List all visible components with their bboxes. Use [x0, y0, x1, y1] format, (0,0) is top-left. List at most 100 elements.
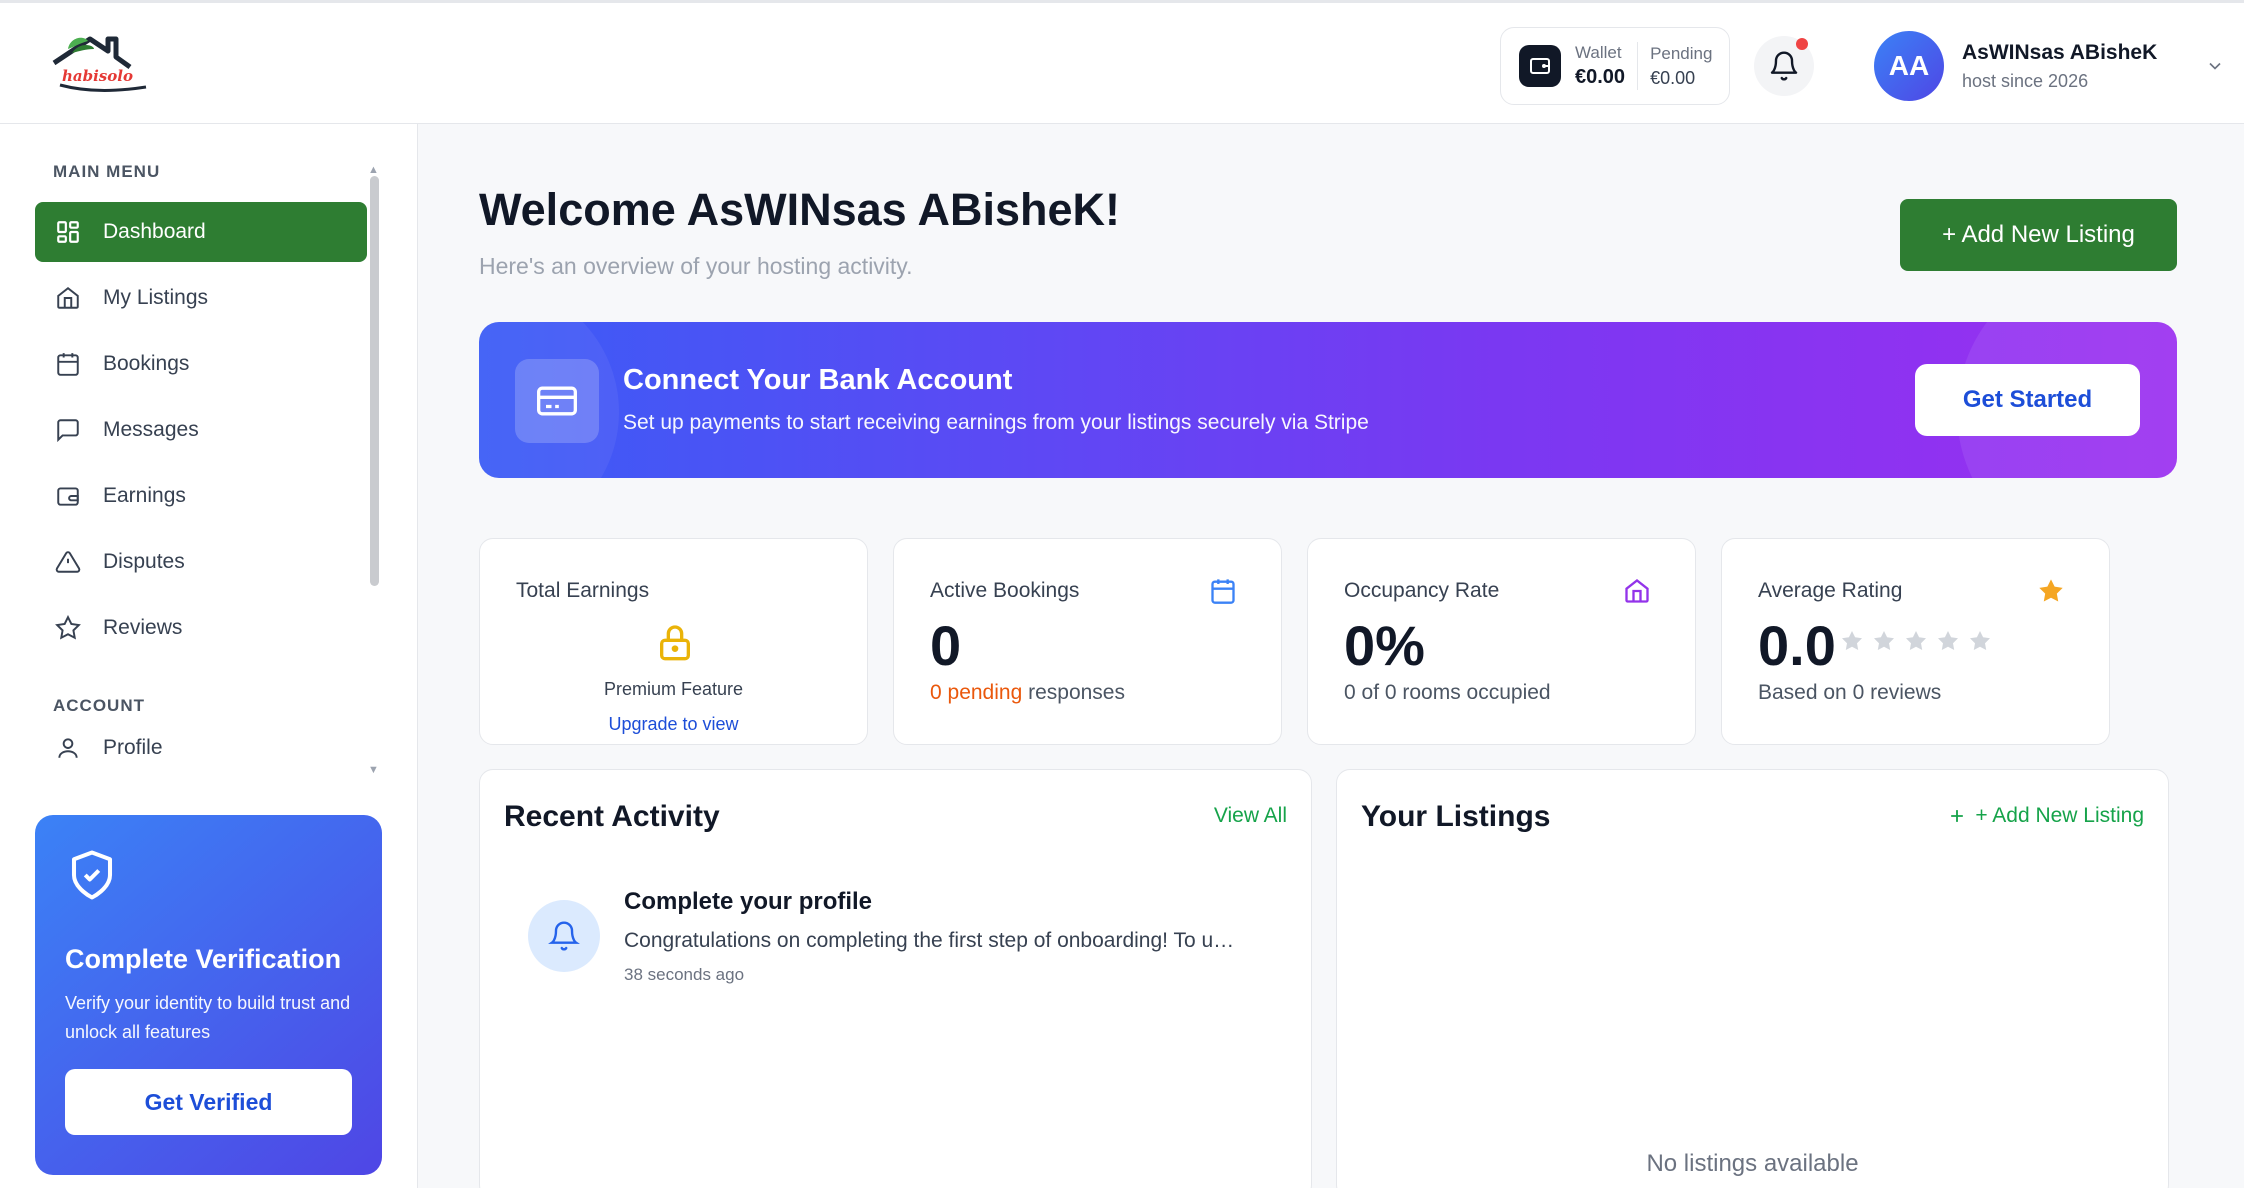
sidebar-item-bookings[interactable]: Bookings [35, 334, 367, 394]
rating-star-icon [1842, 631, 1862, 650]
grid-icon [53, 217, 83, 247]
sidebar-item-label: Messages [103, 418, 199, 441]
sidebar-item-label: Profile [103, 736, 163, 759]
sidebar-item-label: Bookings [103, 352, 190, 375]
user-subtitle: host since 2026 [1962, 70, 2089, 91]
stat-label: Occupancy Rate [1344, 579, 1500, 602]
stat-foot: 0 pending responses [930, 681, 1125, 705]
empty-state-text: No listings available [1646, 1150, 1859, 1177]
stat-occupancy-rate: Occupancy Rate 0% 0 of 0 rooms occupied [1307, 538, 1696, 745]
plus-icon [1951, 810, 1964, 822]
lock-icon [660, 625, 690, 661]
scroll-up-arrow[interactable]: ▲ [368, 164, 379, 176]
activity-desc: Congratulations on completing the first … [624, 929, 1244, 952]
stat-value: 0 [930, 614, 962, 677]
pending-count: 0 pending [930, 681, 1023, 704]
user-icon [53, 733, 83, 763]
activity-title[interactable]: Complete your profile [624, 888, 872, 916]
home-icon [1625, 579, 1649, 603]
add-listing-link[interactable]: + Add New Listing [1947, 804, 2144, 828]
credit-card-icon [515, 359, 599, 443]
verification-title: Complete Verification [65, 944, 342, 974]
rating-star-icon [1906, 631, 1926, 650]
sidebar-item-profile[interactable]: Profile [35, 718, 367, 778]
stat-label: Active Bookings [930, 579, 1080, 602]
warning-icon [53, 547, 83, 577]
sidebar-item-label: Disputes [103, 550, 185, 573]
wallet-label: Wallet [1575, 43, 1622, 62]
premium-feature-label: Premium Feature [603, 679, 744, 699]
sidebar-item-label: Reviews [103, 616, 183, 639]
scroll-down-arrow[interactable]: ▼ [368, 764, 379, 776]
sidebar-item-disputes[interactable]: Disputes [35, 532, 367, 592]
star-icon [2039, 579, 2063, 602]
avatar: AA [1874, 31, 1944, 101]
stat-foot: Based on 0 reviews [1758, 681, 1942, 704]
activity-time: 38 seconds ago [624, 965, 745, 984]
message-icon [53, 415, 83, 445]
get-verified-button[interactable]: Get Verified [65, 1069, 352, 1135]
main-menu-title: MAIN MENU [53, 162, 161, 181]
bank-desc: Set up payments to start receiving earni… [623, 411, 1369, 434]
wallet-summary[interactable]: Wallet €0.00 Pending €0.00 [1500, 27, 1730, 105]
sidebar-item-label: My Listings [103, 286, 209, 309]
sidebar-item-earnings[interactable]: Earnings [35, 466, 367, 526]
user-name: AsWINsas ABisheK [1962, 40, 2158, 64]
page-subtitle: Here's an overview of your hosting activ… [479, 253, 913, 279]
sidebar-item-dashboard[interactable]: Dashboard [35, 202, 367, 262]
pending-suffix: responses [1022, 681, 1125, 704]
wallet-value: €0.00 [1575, 66, 1626, 88]
page-title: Welcome AsWINsas ABisheK! [479, 184, 1121, 235]
stat-value: 0% [1344, 614, 1425, 677]
stat-value: 0.0 [1758, 614, 1836, 677]
home-icon [53, 283, 83, 313]
stat-foot: 0 of 0 rooms occupied [1344, 681, 1551, 704]
wallet-divider [1637, 42, 1639, 90]
verification-card: Complete Verification Verify your identi… [35, 815, 382, 1175]
logo-graphic: habisolo [52, 36, 147, 92]
rating-star-icon [1874, 631, 1894, 650]
add-listing-label: + Add New Listing [1975, 804, 2144, 827]
habisolo-logo[interactable]: habisolo [50, 31, 150, 97]
chevron-down-icon [2209, 62, 2221, 70]
sidebar-scrollbar[interactable] [370, 176, 379, 586]
recent-activity-panel: Recent Activity View All Complete your p… [479, 769, 1312, 1188]
wallet-icon [53, 481, 83, 511]
verification-desc: Verify your identity to build trust and … [65, 993, 351, 1042]
user-menu[interactable]: AA AsWINsas ABisheK host since 2026 [1874, 31, 2225, 101]
shield-check-icon [71, 850, 113, 900]
sidebar-item-reviews[interactable]: Reviews [35, 598, 367, 658]
stat-label: Total Earnings [516, 579, 650, 602]
stat-total-earnings: Total Earnings Premium Feature Upgrade t… [479, 538, 868, 745]
notifications-button[interactable] [1754, 36, 1814, 96]
calendar-icon [1211, 579, 1235, 604]
rating-stars [1840, 629, 1992, 653]
sidebar-item-label: Earnings [103, 484, 186, 507]
upgrade-link[interactable]: Upgrade to view [480, 714, 867, 735]
sidebar-item-messages[interactable]: Messages [35, 400, 367, 460]
your-listings-panel: Your Listings + Add New Listing No listi… [1336, 769, 2169, 1188]
panel-title: Your Listings [1361, 800, 1551, 833]
sidebar-item-label: Dashboard [103, 220, 206, 243]
add-new-listing-button[interactable]: + Add New Listing [1900, 199, 2177, 271]
sidebar-item-my-listings[interactable]: My Listings [35, 268, 367, 328]
stat-active-bookings: Active Bookings 0 0 pending responses [893, 538, 1282, 745]
pending-label: Pending [1650, 43, 1713, 63]
bell-icon [1770, 51, 1798, 81]
stat-average-rating: Average Rating 0.0 Based on 0 reviews [1721, 538, 2110, 745]
star-icon [53, 613, 83, 643]
get-started-button[interactable]: Get Started [1915, 364, 2140, 436]
panel-title: Recent Activity [504, 800, 720, 833]
calendar-icon [53, 349, 83, 379]
view-all-link[interactable]: View All [1214, 804, 1287, 828]
bell-icon [528, 900, 600, 972]
stat-label: Average Rating [1758, 579, 1903, 602]
rating-star-icon [1970, 631, 1990, 650]
rating-star-icon [1938, 631, 1958, 650]
wallet-icon [1519, 45, 1561, 87]
svg-text:habisolo: habisolo [62, 67, 133, 85]
notification-dot [1796, 38, 1808, 50]
top-header: habisolo Wallet €0.00 Pending €0.00 AA A… [0, 0, 2244, 124]
pending-value: €0.00 [1650, 67, 1696, 88]
bank-title: Connect Your Bank Account [623, 364, 1013, 396]
